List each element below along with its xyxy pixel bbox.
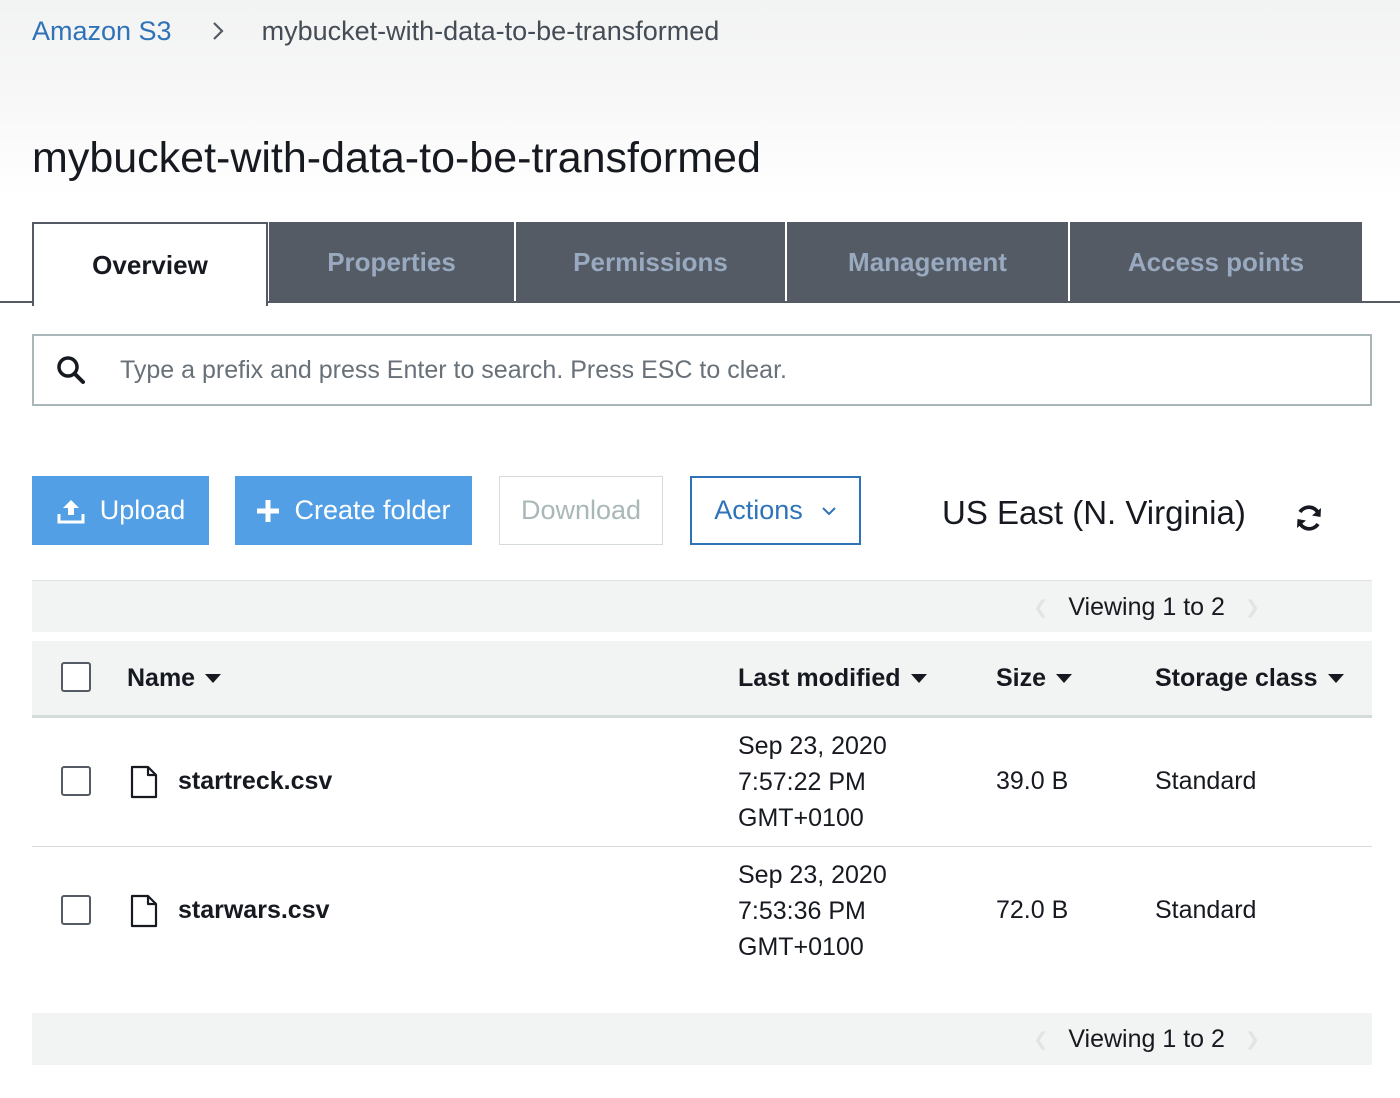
chevron-right-icon[interactable]: ❯ [1245, 597, 1260, 618]
create-folder-button[interactable]: Create folder [235, 476, 472, 545]
tab-properties[interactable]: Properties [269, 222, 514, 302]
pager-top: ❮ Viewing 1 to 2 ❯ [1013, 581, 1280, 633]
modified-date: Sep 23, 2020 [738, 861, 887, 889]
tab-management[interactable]: Management [787, 222, 1068, 302]
file-icon [130, 765, 158, 799]
table-row[interactable]: starwars.csv Sep 23, 2020 7:53:36 PM GMT… [32, 847, 1372, 976]
pager-bar-top: ❮ Viewing 1 to 2 ❯ [32, 580, 1372, 632]
chevron-down-icon [821, 506, 837, 516]
column-header-last-modified[interactable]: Last modified [738, 641, 927, 715]
column-header-storage-class[interactable]: Storage class [1155, 641, 1344, 715]
tab-permissions[interactable]: Permissions [516, 222, 785, 302]
refresh-icon[interactable] [1294, 503, 1324, 533]
breadcrumb: Amazon S3 mybucket-with-data-to-be-trans… [32, 14, 719, 48]
select-all-checkbox[interactable] [61, 662, 91, 692]
pager-bottom: ❮ Viewing 1 to 2 ❯ [1013, 1013, 1280, 1065]
row-checkbox[interactable] [61, 895, 91, 925]
last-modified-cell: Sep 23, 2020 7:53:36 PM GMT+0100 [738, 857, 958, 965]
pager-text-top: Viewing 1 to 2 [1068, 592, 1225, 621]
region-label: US East (N. Virginia) [942, 494, 1246, 531]
storage-class-cell: Standard [1155, 767, 1257, 795]
search-input[interactable] [120, 340, 1370, 400]
search-box[interactable] [32, 334, 1372, 406]
column-header-size[interactable]: Size [996, 641, 1073, 715]
pager-bar-bottom: ❮ Viewing 1 to 2 ❯ [32, 1013, 1372, 1065]
modified-timezone: GMT+0100 [738, 933, 864, 961]
table-row[interactable]: startreck.csv Sep 23, 2020 7:57:22 PM GM… [32, 718, 1372, 847]
file-icon [130, 894, 158, 928]
modified-time: 7:57:22 PM [738, 768, 866, 796]
chevron-left-icon[interactable]: ❮ [1033, 597, 1048, 618]
chevron-left-icon[interactable]: ❮ [1033, 1029, 1048, 1050]
modified-timezone: GMT+0100 [738, 804, 864, 832]
actions-label: Actions [714, 495, 803, 525]
tab-access-points[interactable]: Access points [1070, 222, 1362, 302]
download-button[interactable]: Download [499, 476, 663, 545]
column-label: Last modified [738, 663, 901, 692]
caret-down-icon [910, 673, 927, 683]
pager-text-bottom: Viewing 1 to 2 [1068, 1024, 1225, 1053]
chevron-right-icon[interactable]: ❯ [1245, 1029, 1260, 1050]
column-header-name[interactable]: Name [127, 641, 222, 715]
column-label: Storage class [1155, 663, 1318, 692]
upload-icon [56, 498, 86, 524]
caret-down-icon [1327, 673, 1344, 683]
page-title: mybucket-with-data-to-be-transformed [32, 134, 761, 182]
create-folder-label: Create folder [294, 495, 451, 525]
row-checkbox[interactable] [61, 766, 91, 796]
breadcrumb-current: mybucket-with-data-to-be-transformed [261, 15, 720, 46]
upload-button[interactable]: Upload [32, 476, 209, 545]
caret-down-icon [1056, 673, 1073, 683]
search-icon [56, 355, 86, 385]
breadcrumb-link-amazon-s3[interactable]: Amazon S3 [32, 16, 172, 47]
file-name-link[interactable]: starwars.csv [178, 896, 330, 925]
plus-icon [256, 499, 280, 523]
table-header: Name Last modified Size Storage class [32, 641, 1372, 718]
caret-down-icon [205, 673, 222, 683]
file-name-link[interactable]: startreck.csv [178, 767, 332, 796]
last-modified-cell: Sep 23, 2020 7:57:22 PM GMT+0100 [738, 728, 958, 836]
storage-class-cell: Standard [1155, 896, 1257, 924]
actions-button[interactable]: Actions [690, 476, 861, 545]
tab-overview[interactable]: Overview [32, 222, 268, 306]
upload-label: Upload [99, 495, 186, 525]
column-label: Name [127, 663, 196, 692]
chevron-right-icon [212, 21, 224, 41]
modified-date: Sep 23, 2020 [738, 732, 887, 760]
size-cell: 72.0 B [996, 896, 1069, 924]
modified-time: 7:53:36 PM [738, 897, 866, 925]
size-cell: 39.0 B [996, 767, 1069, 795]
column-label: Size [996, 663, 1047, 692]
